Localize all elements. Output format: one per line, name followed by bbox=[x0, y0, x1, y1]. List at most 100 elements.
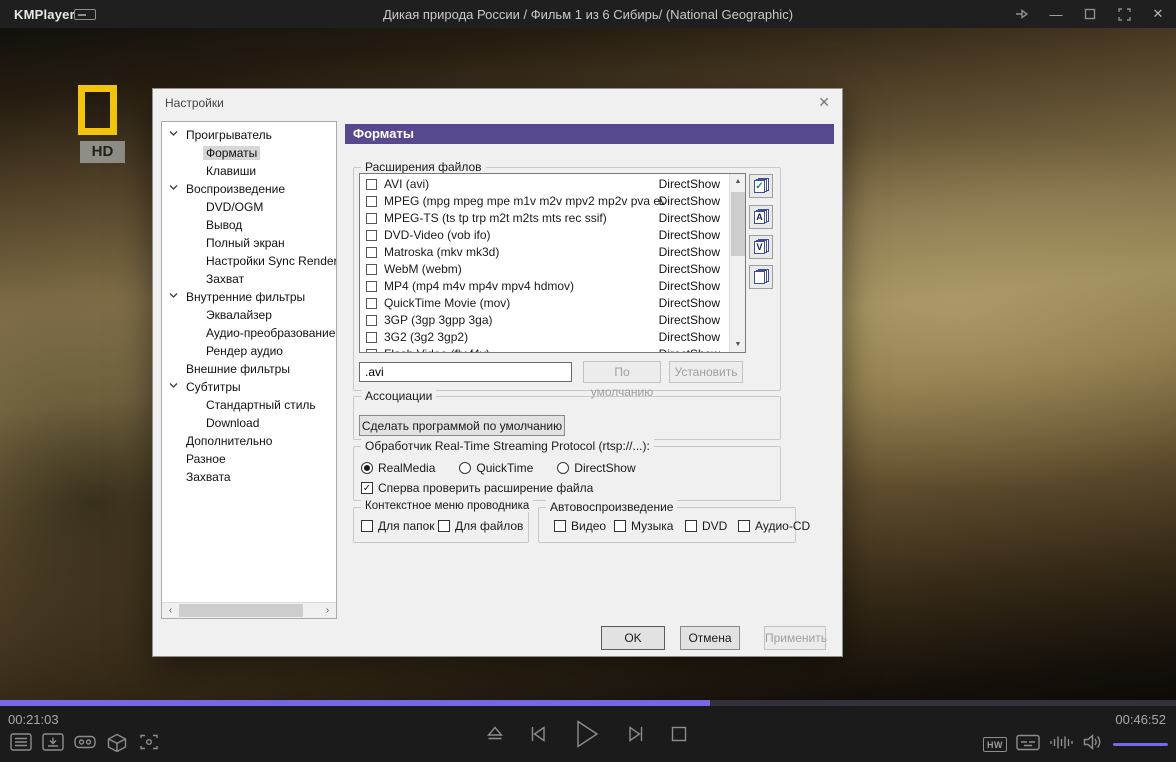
format-row[interactable]: MP4 (mp4 m4v mp4v mpv4 hdmov)DirectShow bbox=[360, 278, 728, 295]
format-row[interactable]: DVD-Video (vob ifo)DirectShow bbox=[360, 227, 728, 244]
eject-button[interactable] bbox=[485, 724, 505, 749]
rtsp-radio-quicktime[interactable]: QuickTime bbox=[459, 461, 533, 475]
volume-slider[interactable] bbox=[1113, 743, 1168, 746]
tree-item[interactable]: Download bbox=[162, 414, 336, 432]
format-checkbox[interactable] bbox=[366, 247, 377, 258]
tree-item[interactable]: Стандартный стиль bbox=[162, 396, 336, 414]
tree-item[interactable]: Клавиши bbox=[162, 162, 336, 180]
chevron-down-icon[interactable] bbox=[169, 382, 178, 389]
tree-item[interactable]: Эквалайзер bbox=[162, 306, 336, 324]
tree-item[interactable]: Внутренние фильтры bbox=[162, 288, 336, 306]
previous-button[interactable] bbox=[527, 723, 549, 750]
format-checkbox[interactable] bbox=[366, 196, 377, 207]
dialog-close-icon[interactable]: ✕ bbox=[818, 94, 830, 111]
checkbox-label: Для файлов bbox=[455, 519, 523, 533]
scroll-up-icon[interactable]: ▲ bbox=[730, 174, 746, 189]
chevron-down-icon[interactable] bbox=[169, 184, 178, 191]
format-handler: DirectShow bbox=[659, 227, 720, 244]
format-row[interactable]: WebM (webm)DirectShow bbox=[360, 261, 728, 278]
format-checkbox[interactable] bbox=[366, 281, 377, 292]
list-vertical-scrollbar[interactable]: ▲ ▼ bbox=[729, 174, 745, 352]
format-name: MPEG (mpg mpeg mpe m1v m2v mpv2 mp2v pva… bbox=[384, 193, 664, 210]
tree-item-label: Разное bbox=[186, 452, 226, 466]
format-checkbox[interactable] bbox=[366, 349, 377, 353]
scrollbar-thumb[interactable] bbox=[731, 192, 745, 256]
tree-item[interactable]: Воспроизведение bbox=[162, 180, 336, 198]
radio-label: QuickTime bbox=[476, 461, 533, 475]
format-checkbox[interactable] bbox=[366, 230, 377, 241]
tree-item[interactable]: Захват bbox=[162, 270, 336, 288]
tree-item[interactable]: Проигрыватель bbox=[162, 126, 336, 144]
check-extension-first-checkbox[interactable]: ✓ Сперва проверить расширение файла bbox=[361, 481, 593, 495]
format-checkbox[interactable] bbox=[366, 332, 377, 343]
maximize-button[interactable] bbox=[1082, 6, 1098, 22]
checkbox-0[interactable]: Видео bbox=[554, 519, 606, 533]
select-audio-formats-button[interactable]: A bbox=[749, 205, 773, 229]
checkbox-3[interactable]: Аудио-CD bbox=[738, 519, 810, 533]
volume-icon[interactable] bbox=[1082, 733, 1104, 756]
checkbox-1[interactable]: Музыка bbox=[614, 519, 673, 533]
close-button[interactable]: ✕ bbox=[1150, 6, 1166, 22]
always-on-top-icon[interactable] bbox=[1014, 6, 1030, 22]
checkbox-1[interactable]: Для файлов bbox=[438, 519, 523, 533]
subtitle-icon[interactable] bbox=[1016, 734, 1040, 756]
minimize-button[interactable]: — bbox=[1048, 6, 1064, 22]
format-row[interactable]: AVI (avi)DirectShow bbox=[360, 176, 728, 193]
play-button[interactable] bbox=[572, 718, 602, 755]
format-row[interactable]: MPEG (mpg mpeg mpe m1v m2v mpv2 mp2v pva… bbox=[360, 193, 728, 210]
tree-item[interactable]: Рендер аудио bbox=[162, 342, 336, 360]
deselect-all-formats-button[interactable] bbox=[749, 265, 773, 289]
scrollbar-thumb[interactable] bbox=[179, 604, 303, 617]
chevron-down-icon[interactable] bbox=[169, 292, 178, 299]
format-checkbox[interactable] bbox=[366, 315, 377, 326]
rtsp-radio-directshow[interactable]: DirectShow bbox=[557, 461, 635, 475]
chevron-down-icon[interactable] bbox=[169, 130, 178, 137]
tree-item[interactable]: Разное bbox=[162, 450, 336, 468]
tree-item[interactable]: Настройки Sync Render bbox=[162, 252, 336, 270]
tree-item[interactable]: Вывод bbox=[162, 216, 336, 234]
tree-item[interactable]: Дополнительно bbox=[162, 432, 336, 450]
hw-decoder-toggle[interactable]: HW bbox=[983, 737, 1007, 752]
format-checkbox[interactable] bbox=[366, 179, 377, 190]
next-button[interactable] bbox=[625, 723, 647, 750]
tree-item[interactable]: Захвата bbox=[162, 468, 336, 486]
format-checkbox[interactable] bbox=[366, 298, 377, 309]
select-video-formats-button[interactable]: V bbox=[749, 235, 773, 259]
equalizer-icon[interactable] bbox=[1049, 734, 1073, 756]
tree-item[interactable]: Форматы bbox=[162, 144, 336, 162]
tree-item[interactable]: DVD/OGM bbox=[162, 198, 336, 216]
format-checkbox[interactable] bbox=[366, 213, 377, 224]
tree-item[interactable]: Внешние фильтры bbox=[162, 360, 336, 378]
format-row[interactable]: MPEG-TS (ts tp trp m2t m2ts mts rec ssif… bbox=[360, 210, 728, 227]
format-checkbox[interactable] bbox=[366, 264, 377, 275]
ok-button[interactable]: OK bbox=[601, 626, 665, 650]
window-titlebar: KMPlayer Дикая природа России / Фильм 1 … bbox=[0, 0, 1176, 28]
format-row[interactable]: Flash Video (flv f4v)DirectShow bbox=[360, 346, 728, 353]
scroll-down-icon[interactable]: ▼ bbox=[730, 337, 746, 352]
make-default-program-button[interactable]: Сделать программой по умолчанию bbox=[359, 415, 565, 436]
format-handler: DirectShow bbox=[659, 278, 720, 295]
format-row[interactable]: QuickTime Movie (mov)DirectShow bbox=[360, 295, 728, 312]
tree-item[interactable]: Аудио-преобразование bbox=[162, 324, 336, 342]
checkbox-2[interactable]: DVD bbox=[685, 519, 727, 533]
format-row[interactable]: 3GP (3gp 3gpp 3ga)DirectShow bbox=[360, 312, 728, 329]
format-handler: DirectShow bbox=[659, 193, 720, 210]
tree-item[interactable]: Полный экран bbox=[162, 234, 336, 252]
checkbox-0[interactable]: Для папок bbox=[361, 519, 435, 533]
fullscreen-button[interactable] bbox=[1116, 6, 1132, 22]
stop-button[interactable] bbox=[670, 725, 688, 748]
format-name: Flash Video (flv f4v) bbox=[384, 346, 490, 353]
install-button[interactable]: Установить bbox=[669, 361, 743, 383]
rtsp-radio-realmedia[interactable]: RealMedia bbox=[361, 461, 435, 475]
format-row[interactable]: Matroska (mkv mk3d)DirectShow bbox=[360, 244, 728, 261]
tree-item[interactable]: Субтитры bbox=[162, 378, 336, 396]
select-all-formats-button[interactable]: ✓ bbox=[749, 174, 773, 198]
extension-input[interactable] bbox=[359, 362, 572, 382]
scroll-left-icon[interactable]: ‹ bbox=[163, 604, 178, 618]
scroll-right-icon[interactable]: › bbox=[320, 604, 335, 618]
apply-button[interactable]: Применить bbox=[764, 626, 826, 650]
default-button[interactable]: По умолчанию bbox=[583, 361, 661, 383]
tree-horizontal-scrollbar[interactable]: ‹ › bbox=[162, 602, 336, 618]
cancel-button[interactable]: Отмена bbox=[680, 626, 740, 650]
format-row[interactable]: 3G2 (3g2 3gp2)DirectShow bbox=[360, 329, 728, 346]
